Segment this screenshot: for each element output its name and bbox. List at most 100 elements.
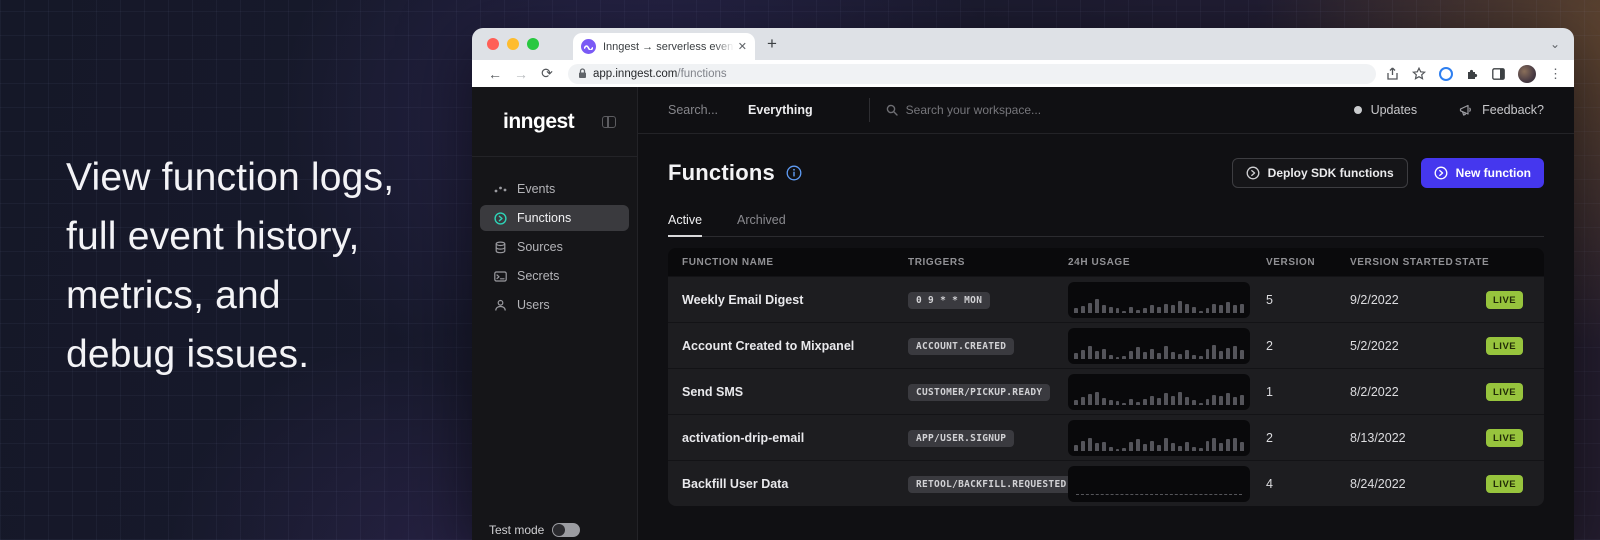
- deploy-button-label: Deploy SDK functions: [1268, 166, 1394, 180]
- profile-avatar[interactable]: [1518, 65, 1536, 83]
- usage-bar: [1136, 347, 1140, 359]
- tagline-line: debug issues.: [66, 325, 394, 384]
- reload-icon[interactable]: ⟳: [536, 65, 558, 82]
- usage-bar: [1240, 304, 1244, 313]
- usage-bar: [1171, 443, 1175, 451]
- url-field[interactable]: app.inngest.com/functions: [568, 64, 1376, 84]
- back-icon[interactable]: ←: [484, 66, 506, 82]
- usage-bar: [1233, 397, 1237, 405]
- close-window-button[interactable]: [487, 38, 499, 50]
- hero-banner: View function logs, full event history, …: [0, 0, 1600, 540]
- search-label[interactable]: Search...: [668, 103, 718, 117]
- usage-bar: [1240, 442, 1244, 451]
- trigger-badge: ACCOUNT.CREATED: [908, 338, 1014, 355]
- password-extension-icon[interactable]: [1439, 67, 1453, 81]
- feedback-link[interactable]: Feedback?: [1482, 103, 1544, 117]
- sidebar-item-functions[interactable]: Functions: [480, 205, 629, 231]
- usage-bar: [1095, 299, 1099, 313]
- sidebar-item-sources[interactable]: Sources: [480, 234, 629, 260]
- usage-bar: [1143, 444, 1147, 451]
- usage-bar: [1088, 394, 1092, 405]
- usage-bar: [1129, 442, 1133, 451]
- side-panel-icon[interactable]: [1492, 68, 1505, 80]
- updates-dot-icon: [1354, 106, 1362, 114]
- usage-bar: [1212, 438, 1216, 451]
- collapse-sidebar-icon[interactable]: [602, 116, 616, 128]
- close-tab-icon[interactable]: ✕: [738, 40, 747, 53]
- function-name[interactable]: Send SMS: [668, 385, 908, 399]
- usage-bar: [1206, 441, 1210, 451]
- function-name[interactable]: Weekly Email Digest: [668, 293, 908, 307]
- new-tab-button[interactable]: +: [767, 34, 777, 54]
- function-name[interactable]: Account Created to Mixpanel: [668, 339, 908, 353]
- maximize-window-button[interactable]: [527, 38, 539, 50]
- extensions-puzzle-icon[interactable]: [1466, 67, 1479, 80]
- workspace-search-input[interactable]: Search your workspace...: [906, 103, 1041, 117]
- usage-bar: [1081, 306, 1085, 313]
- search-scope[interactable]: Everything: [748, 103, 813, 117]
- usage-bar: [1185, 442, 1189, 451]
- usage-bar: [1122, 448, 1126, 451]
- info-icon[interactable]: [786, 165, 802, 181]
- updates-link[interactable]: Updates: [1371, 103, 1418, 117]
- window-controls[interactable]: [487, 38, 539, 50]
- usage-bar: [1171, 352, 1175, 359]
- version-started-value: 8/24/2022: [1350, 477, 1455, 491]
- deploy-icon: [1246, 166, 1260, 180]
- usage-bar: [1095, 392, 1099, 405]
- forward-icon[interactable]: →: [510, 66, 532, 82]
- trigger-badge: RETOOL/BACKFILL.REQUESTED: [908, 476, 1075, 493]
- inngest-app: inngest Events Functions Sources: [472, 87, 1574, 540]
- sidebar-item-secrets[interactable]: Secrets: [480, 263, 629, 289]
- browser-tab[interactable]: Inngest → serverless event-dri ✕: [573, 33, 755, 60]
- usage-bar: [1102, 349, 1106, 359]
- sidebar-item-events[interactable]: Events: [480, 176, 629, 202]
- usage-bar: [1095, 443, 1099, 451]
- search-icon: [886, 104, 898, 116]
- usage-bar: [1199, 311, 1203, 313]
- table-row[interactable]: Send SMS CUSTOMER/PICKUP.READY 1 8/2/202…: [668, 368, 1544, 414]
- tab-archived[interactable]: Archived: [737, 213, 786, 236]
- new-function-button-label: New function: [1456, 166, 1531, 180]
- usage-bar: [1116, 401, 1120, 405]
- url-host: app.inngest.com: [593, 68, 677, 80]
- chevron-down-icon[interactable]: ⌄: [1550, 37, 1560, 51]
- share-icon[interactable]: [1386, 67, 1399, 81]
- usage-bar: [1102, 305, 1106, 313]
- version-value: 1: [1266, 385, 1350, 399]
- col-version-started: VERSION STARTED: [1350, 257, 1455, 268]
- usage-bar: [1219, 305, 1223, 313]
- table-row[interactable]: Account Created to Mixpanel ACCOUNT.CREA…: [668, 322, 1544, 368]
- usage-bar: [1143, 399, 1147, 405]
- usage-bar: [1240, 350, 1244, 359]
- browser-menu-icon[interactable]: ⋮: [1549, 66, 1562, 82]
- tagline-line: View function logs,: [66, 148, 394, 207]
- minimize-window-button[interactable]: [507, 38, 519, 50]
- sidebar-item-users[interactable]: Users: [480, 292, 629, 318]
- usage-bar: [1192, 355, 1196, 359]
- deploy-sdk-functions-button[interactable]: Deploy SDK functions: [1232, 158, 1408, 188]
- state-badge: LIVE: [1486, 337, 1523, 355]
- events-icon: [494, 183, 507, 196]
- bookmark-star-icon[interactable]: [1412, 67, 1426, 81]
- usage-bar: [1109, 307, 1113, 313]
- tab-active[interactable]: Active: [668, 213, 702, 236]
- table-row[interactable]: activation-drip-email APP/USER.SIGNUP 2 …: [668, 414, 1544, 460]
- usage-bar: [1150, 396, 1154, 405]
- table-row[interactable]: Backfill User Data RETOOL/BACKFILL.REQUE…: [668, 460, 1544, 506]
- col-function-name: FUNCTION NAME: [668, 257, 908, 268]
- usage-bar: [1081, 397, 1085, 405]
- function-name[interactable]: Backfill User Data: [668, 477, 908, 491]
- usage-bar: [1157, 307, 1161, 313]
- test-mode-toggle[interactable]: [552, 523, 580, 537]
- test-mode-label: Test mode: [489, 523, 544, 537]
- usage-bar: [1199, 403, 1203, 405]
- usage-bar: [1122, 356, 1126, 359]
- new-function-button[interactable]: New function: [1421, 158, 1544, 188]
- usage-bar: [1178, 354, 1182, 359]
- tab-strip: Inngest → serverless event-dri ✕ + ⌄: [472, 28, 1574, 60]
- address-bar: ← → ⟳ app.inngest.com/functions ⋮: [472, 60, 1574, 87]
- tagline: View function logs, full event history, …: [66, 148, 394, 384]
- table-row[interactable]: Weekly Email Digest 0 9 * * MON 5 9/2/20…: [668, 276, 1544, 322]
- function-name[interactable]: activation-drip-email: [668, 431, 908, 445]
